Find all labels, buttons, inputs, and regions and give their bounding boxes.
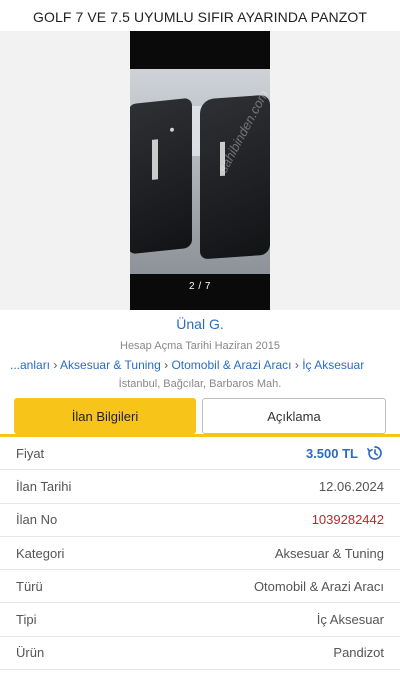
row-label: Ürün [16,645,45,661]
tab-listing-info[interactable]: İlan Bilgileri [14,398,196,434]
tab-description[interactable]: Açıklama [202,398,386,434]
row-value: Aksesuar & Tuning [274,545,384,561]
photo-gallery[interactable]: sahibinden.com 2 / 7 [0,31,400,310]
table-row-price: Fiyat 3.500 TL [0,437,400,471]
seller-info: Ünal G. Hesap Açma Tarihi Haziran 2015 [0,312,400,352]
photo-counter: 2 / 7 [189,281,211,292]
row-label: Tipi [16,612,37,628]
row-label: İlan No [16,512,58,528]
panel-sticker [152,139,158,180]
table-row-kind: Türü Otomobil & Arazi Aracı [0,570,400,604]
row-value: Pandizot [333,645,384,661]
table-row-listing-no: İlan No 1039282442 [0,504,400,537]
row-label: Türü [16,578,43,594]
breadcrumb-separator: › [294,358,299,372]
breadcrumb-separator: › [53,358,58,372]
trunk-panel-left [130,97,192,255]
price-text: 3.500 TL [305,445,358,461]
listing-title: GOLF 7 VE 7.5 UYUMLU SIFIR AYARINDA PANZ… [0,0,400,34]
row-value: Otomobil & Arazi Aracı [253,578,384,594]
table-row-type: Tipi İç Aksesuar [0,603,400,637]
breadcrumb-separator: › [164,358,169,372]
listing-number: 1039282442 [311,512,384,528]
breadcrumb-item[interactable]: Aksesuar & Tuning [60,358,161,372]
account-since: Hesap Açma Tarihi Haziran 2015 [120,340,280,352]
row-label: İlan Tarihi [16,478,72,494]
panel-hook [170,127,174,132]
listing-location: İstanbul, Bağcılar, Barbaros Mah. [118,378,282,390]
table-row-date: İlan Tarihi 12.06.2024 [0,470,400,504]
breadcrumb-item[interactable]: Otomobil & Arazi Aracı [171,358,291,372]
breadcrumb-item[interactable]: ...anları [10,358,50,372]
seller-name-link[interactable]: Ünal G. [0,316,400,332]
row-value: 12.06.2024 [318,478,384,494]
breadcrumb-item[interactable]: İç Aksesuar [302,358,364,372]
breadcrumb: ...anları › Aksesuar & Tuning › Otomobil… [10,358,400,372]
row-label: Kategori [16,545,65,561]
price-value: 3.500 TL [306,444,384,462]
table-row-category: Kategori Aksesuar & Tuning [0,537,400,571]
listing-details-table: Fiyat 3.500 TL İlan Tarihi 12.06.2024 İl… [0,437,400,671]
listing-photo[interactable]: sahibinden.com 2 / 7 [130,31,270,310]
trunk-panel-right [200,94,270,260]
price-history-icon[interactable] [366,444,384,462]
row-label: Fiyat [16,445,45,461]
detail-tabs: İlan Bilgileri Açıklama [14,398,386,434]
table-row-product: Ürün Pandizot [0,637,400,671]
row-value: İç Aksesuar [316,612,384,628]
